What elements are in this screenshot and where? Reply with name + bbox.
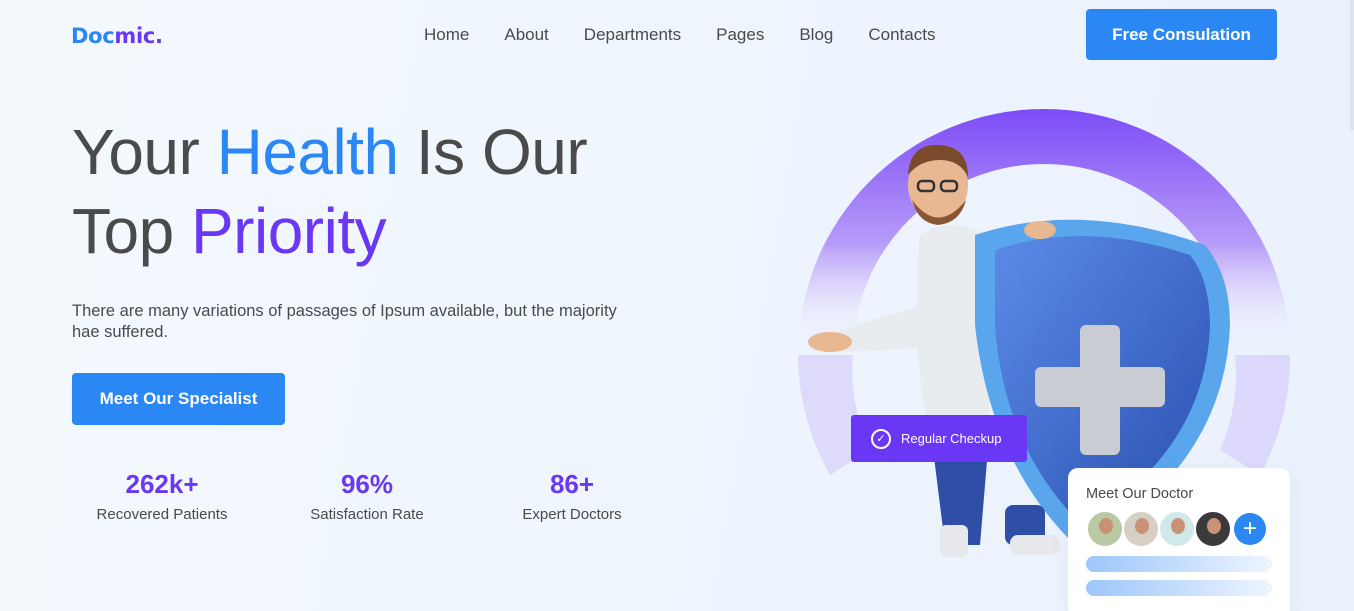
headline-word: Top	[72, 195, 191, 267]
avatar[interactable]	[1158, 510, 1196, 548]
meet-doctor-card: Meet Our Doctor +	[1068, 468, 1290, 611]
main-nav: Home About Departments Pages Blog Contac…	[424, 25, 935, 45]
stat-label: Expert Doctors	[522, 506, 622, 523]
doctor-avatars: +	[1086, 510, 1272, 548]
brand-logo[interactable]: Docmic.	[71, 24, 163, 48]
stat-label: Satisfaction Rate	[310, 506, 424, 523]
headline-word: Your	[72, 116, 217, 188]
nav-item-departments[interactable]: Departments	[584, 25, 681, 45]
nav-item-home[interactable]: Home	[424, 25, 469, 45]
stat-value: 96%	[340, 469, 394, 499]
meet-specialist-button[interactable]: Meet Our Specialist	[72, 373, 285, 425]
hero-subtitle: There are many variations of passages of…	[72, 302, 617, 341]
free-consultation-button[interactable]: Free Consulation	[1086, 9, 1277, 60]
add-doctor-plus-icon[interactable]: +	[1234, 513, 1266, 545]
check-circle-icon: ✓	[871, 428, 891, 449]
stat-doctors: 86+ Expert Doctors	[510, 468, 634, 523]
logo-text-2: mic.	[114, 24, 163, 48]
stat-recovered: 262k+ Recovered Patients	[92, 468, 232, 523]
nav-item-contacts[interactable]: Contacts	[868, 25, 935, 45]
nav-item-pages[interactable]: Pages	[716, 25, 764, 45]
headline-word: Is Our	[398, 116, 588, 188]
stat-value: 86+	[549, 469, 595, 499]
nav-item-blog[interactable]: Blog	[799, 25, 833, 45]
avatar[interactable]	[1122, 510, 1160, 548]
regular-checkup-badge[interactable]: ✓ Regular Checkup	[851, 415, 1027, 462]
avatar[interactable]	[1194, 510, 1232, 548]
stat-label: Recovered Patients	[96, 506, 228, 523]
card-title: Meet Our Doctor	[1086, 486, 1194, 502]
logo-text-1: Doc	[71, 24, 115, 48]
placeholder-bar	[1086, 556, 1272, 572]
badge-label: Regular Checkup	[901, 431, 1002, 446]
placeholder-bar	[1086, 580, 1272, 596]
stat-value: 262k+	[125, 469, 199, 499]
headline-highlight-priority: Priority	[190, 195, 387, 267]
scrollbar[interactable]	[1350, 0, 1354, 130]
headline-highlight-health: Health	[216, 116, 400, 188]
avatar[interactable]	[1086, 510, 1124, 548]
nav-item-about[interactable]: About	[504, 25, 548, 45]
stat-satisfaction: 96% Satisfaction Rate	[298, 468, 436, 523]
hero-headline: Your Health Is Our Top Priority	[72, 113, 588, 271]
